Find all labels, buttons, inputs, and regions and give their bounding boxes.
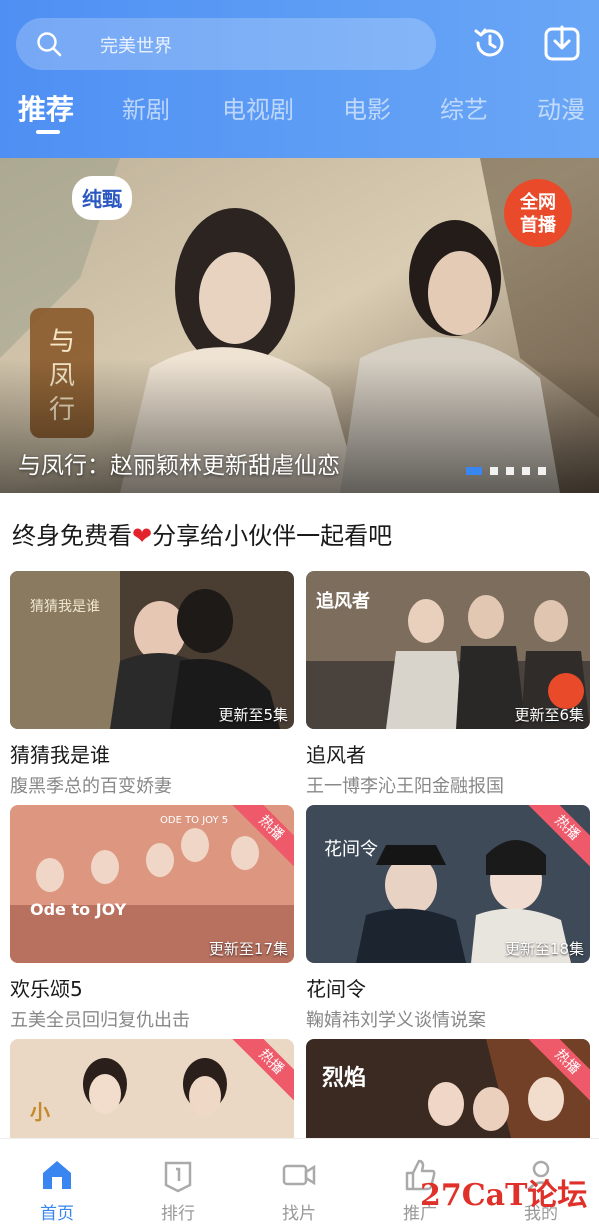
active-tab-indicator: [36, 130, 60, 134]
carousel-dot: [522, 467, 530, 475]
drama-card[interactable]: 花间令 热播 更新至18集 花间令 鞠婧祎刘学义谈情说案: [306, 805, 590, 1032]
drama-thumbnail[interactable]: 追风者 更新至6集: [306, 571, 590, 729]
carousel-dot: [490, 467, 498, 475]
carousel-indicator: [466, 467, 546, 475]
carousel-dot: [538, 467, 546, 475]
hero-banner[interactable]: 与 凤 行 纯甄 全网 首播 与凤行：赵丽颖林更新甜虐仙恋: [0, 158, 599, 493]
drama-subtitle: 王一博李沁王阳金融报国: [306, 776, 504, 797]
drama-thumbnail[interactable]: 花间令 热播 更新至18集: [306, 805, 590, 963]
carousel-dot: [506, 467, 514, 475]
tab-movies[interactable]: 电影: [343, 90, 391, 125]
tab-anime[interactable]: 动漫: [537, 90, 585, 125]
carousel-dot-active: [466, 467, 482, 475]
nav-ranking[interactable]: 排行: [138, 1139, 218, 1228]
drama-thumbnail[interactable]: Ode to JOY ODE TO JOY 5 热播 更新至17集: [10, 805, 294, 963]
drama-title[interactable]: 追风者: [306, 739, 590, 768]
drama-title[interactable]: 猜猜我是谁: [10, 739, 294, 768]
svg-text:猜猜我是谁: 猜猜我是谁: [30, 599, 100, 615]
nav-home[interactable]: 首页: [17, 1139, 97, 1228]
search-bar[interactable]: 完美世界: [16, 18, 436, 70]
tab-recommend[interactable]: 推荐: [18, 88, 74, 128]
episode-count: 更新至18集: [504, 940, 584, 958]
tab-new-drama[interactable]: 新剧: [122, 90, 170, 125]
search-icon: [37, 32, 62, 57]
nav-label: 首页: [40, 1204, 74, 1224]
forum-watermark: 27CaT论坛: [420, 1178, 588, 1213]
drama-card[interactable]: 猜猜我是谁 更新至5集 猜猜我是谁 腹黑季总的百变娇妻: [10, 571, 294, 798]
drama-subtitle: 鞠婧祎刘学义谈情说案: [306, 1010, 486, 1031]
home-icon: [43, 1161, 71, 1189]
svg-text:花间令: 花间令: [324, 839, 378, 860]
svg-text:小: 小: [30, 1100, 50, 1124]
nav-label: 排行: [161, 1204, 195, 1224]
history-icon[interactable]: [470, 23, 510, 63]
heart-icon: ❤: [132, 522, 153, 550]
episode-count: 更新至6集: [514, 706, 584, 724]
drama-title[interactable]: 花间令: [306, 973, 590, 1002]
nav-find[interactable]: 找片: [259, 1139, 339, 1228]
category-tabs: 推荐 新剧 电视剧 电影 综艺 动漫: [0, 90, 599, 140]
drama-card[interactable]: Ode to JOY ODE TO JOY 5 热播 更新至17集 欢乐颂5 五…: [10, 805, 294, 1032]
episode-count: 更新至17集: [208, 940, 288, 958]
drama-title[interactable]: 欢乐颂5: [10, 973, 294, 1002]
video-camera-icon: [282, 1164, 316, 1186]
tab-variety[interactable]: 综艺: [440, 90, 488, 125]
drama-thumbnail[interactable]: 猜猜我是谁 更新至5集: [10, 571, 294, 729]
episode-count: 更新至5集: [218, 706, 288, 724]
section-title: 终身免费看❤分享给小伙伴一起看吧: [12, 522, 393, 550]
banner-caption: 与凤行：赵丽颖林更新甜虐仙恋: [18, 453, 340, 479]
svg-text:追风者: 追风者: [316, 590, 370, 612]
ranking-icon: [164, 1161, 192, 1193]
svg-text:ODE TO JOY 5: ODE TO JOY 5: [160, 815, 228, 826]
tab-tv-series[interactable]: 电视剧: [222, 90, 294, 125]
drama-subtitle: 五美全员回归复仇出击: [10, 1010, 190, 1031]
svg-text:Ode to JOY: Ode to JOY: [30, 900, 127, 919]
drama-card[interactable]: 追风者 更新至6集 追风者 王一博李沁王阳金融报国: [306, 571, 590, 798]
search-placeholder: 完美世界: [100, 36, 172, 57]
banner-artwork: 与 凤 行 纯甄 全网 首播: [0, 158, 599, 493]
top-header: 完美世界 推荐 新剧 电视剧 电影 综艺 动漫: [0, 0, 599, 158]
download-icon[interactable]: [542, 23, 582, 63]
drama-subtitle: 腹黑季总的百变娇妻: [10, 776, 172, 797]
nav-label: 找片: [282, 1204, 316, 1224]
svg-text:烈焰: 烈焰: [322, 1065, 366, 1091]
